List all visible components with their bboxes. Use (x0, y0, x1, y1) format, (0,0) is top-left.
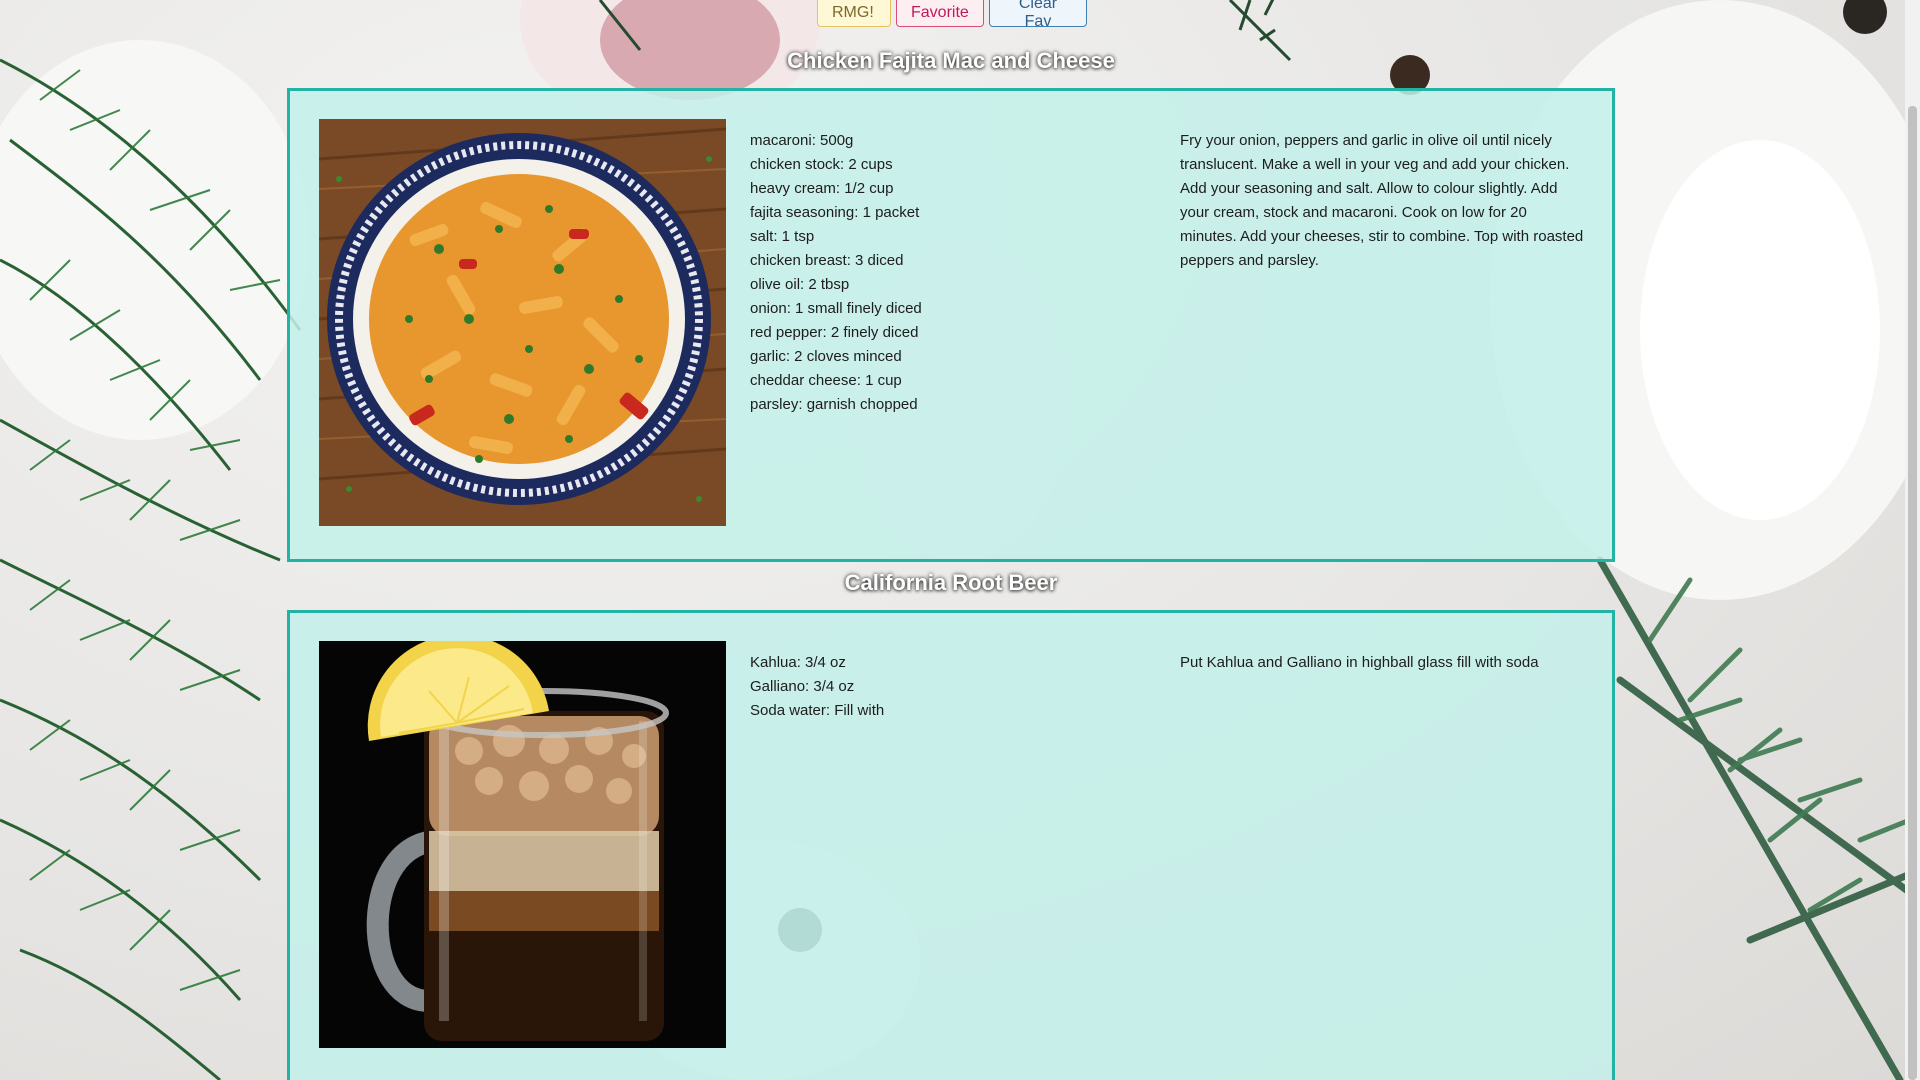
recipe-title: California Root Beer (844, 570, 1058, 595)
recipe-title: Chicken Fajita Mac and Cheese (787, 48, 1115, 73)
ingredient-item: onion: 1 small finely diced (750, 300, 922, 317)
recipe-instructions: Put Kahlua and Galliano in highball glas… (1180, 654, 1539, 671)
ingredient-item: heavy cream: 1/2 cup (750, 180, 894, 197)
ingredient-item: Soda water: Fill with (750, 702, 885, 719)
ingredient-item: red pepper: 2 finely diced (750, 324, 919, 341)
ingredient-item: parsley: garnish chopped (750, 396, 918, 413)
ingredient-item: garlic: 2 cloves minced (750, 348, 902, 365)
ingredient-item: salt: 1 tsp (750, 228, 815, 245)
ingredient-item: chicken breast: 3 diced (750, 252, 904, 269)
random-meal-button[interactable]: RMG! (817, 0, 891, 27)
ingredient-item: fajita seasoning: 1 packet (750, 204, 920, 221)
favorite-button[interactable]: Favorite (896, 0, 984, 27)
ingredient-item: Kahlua: 3/4 oz (750, 654, 846, 671)
recipe-card: macaroni: 500g chicken stock: 2 cups hea… (287, 88, 1615, 562)
recipe-instructions: Fry your onion, peppers and garlic in ol… (1180, 132, 1584, 269)
recipe-card: Kahlua: 3/4 oz Galliano: 3/4 oz Soda wat… (287, 610, 1615, 1080)
ingredient-item: Galliano: 3/4 oz (750, 678, 855, 695)
ingredient-item: cheddar cheese: 1 cup (750, 372, 902, 389)
page-scrollbar[interactable] (1905, 0, 1920, 1080)
clear-favorites-button[interactable]: Clear Fav (989, 0, 1087, 30)
ingredient-item: macaroni: 500g (750, 132, 854, 149)
ingredient-item: olive oil: 2 tbsp (750, 276, 850, 293)
ingredient-list: macaroni: 500g chicken stock: 2 cups hea… (750, 129, 922, 417)
action-button-row: RMG! Favorite Clear Fav (817, 0, 1087, 30)
pasta-bowl-photo (319, 119, 726, 526)
ingredient-item: chicken stock: 2 cups (750, 156, 893, 173)
ingredient-list: Kahlua: 3/4 oz Galliano: 3/4 oz Soda wat… (750, 651, 884, 723)
root-beer-mug-photo (319, 641, 726, 1048)
scrollbar-thumb[interactable] (1908, 106, 1917, 1080)
